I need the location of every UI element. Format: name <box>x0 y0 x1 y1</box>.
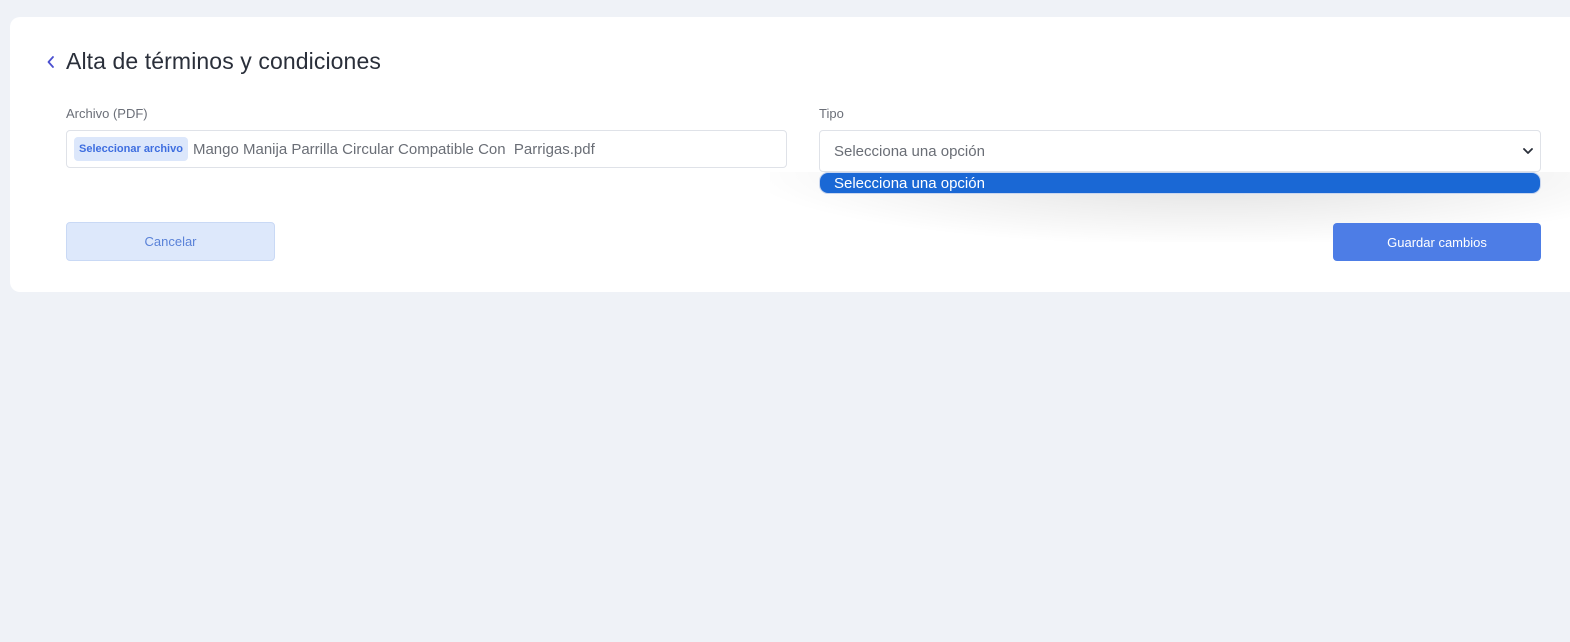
file-field-label: Archivo (PDF) <box>66 106 148 121</box>
type-select[interactable]: Selecciona una opción <box>819 130 1541 172</box>
page-header: Alta de términos y condiciones <box>46 48 381 75</box>
back-button[interactable] <box>46 49 60 75</box>
type-select-value: Selecciona una opción <box>834 142 985 160</box>
dropdown-option-selected[interactable]: Selecciona una opción <box>820 173 1540 193</box>
page-title: Alta de términos y condiciones <box>66 48 381 74</box>
type-dropdown-list: Selecciona una opción <box>819 172 1541 194</box>
type-field-label: Tipo <box>819 106 844 121</box>
file-name-text: Mango Manija Parrilla Circular Compatibl… <box>192 140 595 158</box>
save-button[interactable]: Guardar cambios <box>1333 223 1541 261</box>
chevron-down-icon <box>1523 148 1533 154</box>
file-input[interactable]: Seleccionar archivo Mango Manija Parrill… <box>66 130 787 168</box>
select-file-button[interactable]: Seleccionar archivo <box>74 137 188 161</box>
chevron-left-icon <box>47 55 54 68</box>
cancel-button[interactable]: Cancelar <box>66 222 275 261</box>
